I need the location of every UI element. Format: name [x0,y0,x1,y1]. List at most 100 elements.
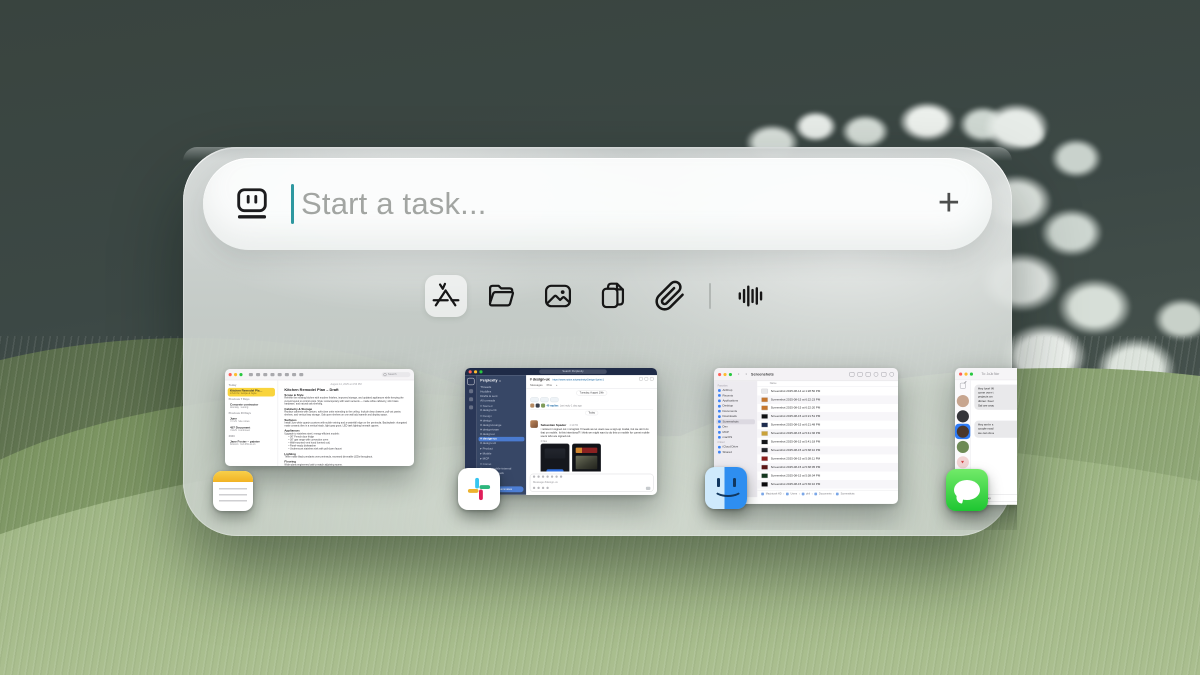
avatar: ♥ [957,456,969,468]
file-thumbnail [761,414,768,419]
slack-channel-tab: + [556,384,558,387]
finder-window-title: Screenshots [751,372,774,377]
back-icon: ‹ [738,372,740,377]
file-name: Screenshot 2025-08-15 at 5:41:18 PM [771,440,821,443]
notes-section-label: Previous 7 Days [229,398,274,401]
thumbnail-notes-window[interactable]: Search TodayKitchen Remodel Pla…4:53 PMS… [225,369,414,466]
conversation-avatar [955,409,970,424]
traffic-lights [469,370,483,373]
path-crumb: phil [806,492,810,495]
message-text: I noticed in signed out / incognito Thre… [541,428,654,438]
screen: Start a task... + [0,0,1200,675]
speech-bubble-icon [954,480,980,500]
file-thumbnail [761,465,768,470]
message-bubble: Hey we're scouple roadwe can do a [974,421,1017,438]
messages-app-icon [946,469,988,511]
notes-app-icon [213,471,253,511]
notes-toolbar-icons [249,373,303,376]
workspace-switcher-icon [467,378,474,385]
to-field: To: JoJo Nor [982,372,1000,375]
path-folder-icon [814,492,817,495]
path-crumb: Documents [819,492,832,495]
thread-replies-link: 40 replies [546,404,558,407]
file-name: Screenshot 2025-08-15 at 6:21:48 PM [771,423,821,426]
path-crumb: Macintosh HD [766,492,782,495]
notes-list-item: June7/7/25Site notes [228,416,275,425]
file-row: Screenshot 2025-08-15 at 6:21:48 PM [757,421,898,429]
composer-placeholder: Message #design-ux [533,481,650,484]
note-paragraph: Install 3cm white quartz counters with s… [284,422,407,428]
notes-editor: August 14, 2025 at 4:53 PM Kitchen Remod… [278,380,414,466]
traffic-lights [718,373,732,376]
file-row: Screenshot 2025-08-15 at 5:36:10 PM [757,480,898,488]
notes-list-item: Concrete contractorMondayTesting [228,402,275,411]
notes-sidebar: TodayKitchen Remodel Pla…4:53 PMScope & … [225,380,278,466]
file-row: Screenshot 2025-08-15 at 6:22:23 PM [757,395,898,403]
path-separator: › [783,492,784,495]
conversation-avatar [955,439,970,454]
text-cursor [291,184,294,224]
media-mode-button[interactable] [537,275,579,317]
finder-sidebar-item: Shared [716,450,755,455]
channel-name: # design-ux [530,377,550,381]
channel-topic-link: https://www.notion.so/perplexity/Design-… [553,379,605,382]
add-button[interactable]: + [938,180,960,226]
file-name: Screenshot 2025-08-15 at 5:41:36 PM [771,432,821,435]
folder-icon [718,415,721,418]
file-thumbnail [761,482,768,487]
path-crumb: Users [791,492,798,495]
notes-section-label: Previous 30 Days [229,412,274,415]
avatar [957,410,969,422]
message-avatar [530,420,538,428]
file-thumbnail [761,406,768,411]
apps-mode-button[interactable] [425,275,467,317]
file-row: Screenshot 2025-08-15 at 5:41:18 PM [757,438,898,446]
folder-icon [718,399,721,402]
traffic-lights [229,373,243,376]
toolbar-divider [709,283,711,309]
files-label: 2 files [541,440,654,443]
task-input[interactable]: Start a task... + [203,158,992,250]
window-thumbnails-row: Search TodayKitchen Remodel Pla…4:53 PMS… [0,350,1017,530]
notes-search-field: Search [382,372,411,377]
file-row: Screenshot 2025-08-15 at 5:41:36 PM [757,429,898,437]
note-date: August 14, 2025 at 4:53 PM [284,383,407,386]
note-bullet: • Undermount stainless sink with pull-do… [288,448,407,451]
copy-mode-button[interactable] [593,275,635,317]
notes-list-item: Kitchen Remodel Pla…4:53 PMScope & Style [228,388,275,397]
notes-list-item: 457 Document7/9/25Continued [228,425,275,434]
file-row: Screenshot 2025-08-15 at 5:38:11 PM [757,455,898,463]
task-input-placeholder: Start a task... [301,186,487,222]
avatar [957,441,969,453]
file-thumbnail [761,448,768,453]
file-thumbnail [761,456,768,461]
file-name: Screenshot 2025-08-15 at 5:38:10 PM [771,449,821,452]
conversation-avatar: ♥ [955,454,970,469]
attachment-mode-button[interactable] [649,275,691,317]
file-row: Screenshot 2025-08-15 at 5:38:10 PM [757,446,898,454]
file-name: Screenshot 2025-08-15 at 5:38:05 PM [771,466,821,469]
slack-titlebar: Search Perplexity [465,368,657,375]
attachment-screenshot [541,443,570,471]
date-divider: Tuesday, August 19th [576,391,607,396]
traffic-lights [959,372,973,375]
message-time: 2:14 PM [570,424,578,427]
path-separator: › [812,492,813,495]
files-mode-button[interactable] [481,275,523,317]
notes-section-label: 2023 [229,435,274,438]
message-bubble: Hey love! Wcome over tprojects andinner.… [974,385,1017,410]
message-author: Sebastian Spader [541,424,567,427]
avatar [957,395,969,407]
folder-icon [718,426,721,429]
message-line: Sal are arou [978,403,1017,407]
file-attachments [541,443,654,471]
app-logo-icon [233,185,271,223]
file-thumbnail [761,389,768,394]
today-divider: Today [530,409,653,418]
attachment-screenshot [572,443,601,471]
path-separator: › [799,492,800,495]
voice-mode-button[interactable] [729,275,771,317]
file-row: Screenshot 2025-08-15 at 6:21:51 PM [757,412,898,420]
channel-header-icons [639,377,653,381]
message-line: we can do a [978,431,1017,435]
